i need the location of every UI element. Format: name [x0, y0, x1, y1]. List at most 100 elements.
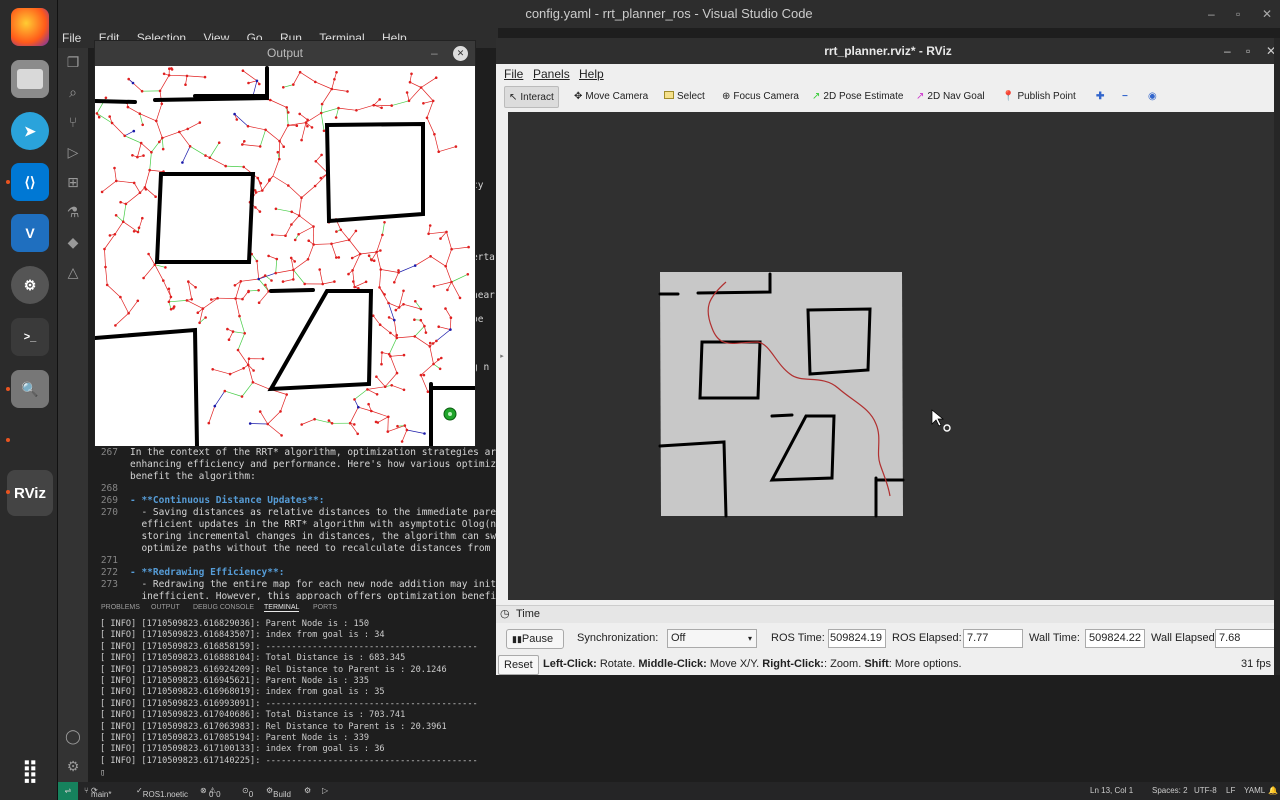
tree-node: [353, 398, 356, 401]
rviz-3d-view[interactable]: [508, 112, 1280, 600]
minimize-icon[interactable]: –: [1208, 0, 1215, 28]
rviz-titlebar[interactable]: rrt_planner.rviz* - RViz – ▫ ✕: [496, 38, 1280, 64]
run-icon[interactable]: ▷: [322, 786, 328, 795]
tree-node: [235, 118, 239, 121]
pause-label: Pause: [521, 633, 554, 645]
branch-status[interactable]: ⑂ main* ⟳: [84, 786, 111, 799]
telegram-icon[interactable]: ➤: [11, 112, 49, 150]
rviz-window[interactable]: rrt_planner.rviz* - RViz – ▫ ✕ File Pane…: [496, 38, 1280, 675]
firefox-icon[interactable]: [11, 8, 49, 46]
extensions-icon[interactable]: ⊞: [64, 174, 82, 192]
tree-node: [115, 179, 118, 183]
tree-node: [269, 98, 272, 102]
code-line[interactable]: 267 In the context of the RRT* algorithm,…: [88, 447, 498, 459]
output-close-icon[interactable]: ✕: [453, 46, 468, 61]
add-tool-icon[interactable]: ✚: [1092, 86, 1108, 108]
files-icon[interactable]: [11, 60, 49, 98]
terminal-line: [ INFO] [1710509823.617140225]: --------…: [100, 755, 478, 766]
manage-gear-icon[interactable]: ⚙: [64, 758, 82, 776]
pause-button[interactable]: ▮▮Pause: [506, 629, 564, 649]
tool-focus-camera[interactable]: ⊕ Focus Camera: [718, 86, 803, 108]
account-icon[interactable]: ◯: [64, 728, 82, 746]
tree-node: [366, 388, 369, 391]
ros-time-field[interactable]: 509824.19: [828, 629, 886, 648]
docker-icon[interactable]: ◆: [64, 234, 82, 252]
code-line[interactable]: 272 - **Redrawing Efficiency**:: [88, 567, 498, 579]
code-line[interactable]: 273 - Redrawing the entire map for each …: [88, 579, 498, 591]
tab-ports[interactable]: PORTS: [313, 604, 337, 611]
close-icon[interactable]: ✕: [1262, 0, 1272, 28]
maximize-icon[interactable]: ▫: [1236, 0, 1240, 28]
rviz-app-icon[interactable]: RViz: [7, 470, 53, 516]
sync-select[interactable]: Off ▾: [667, 629, 757, 648]
code-line[interactable]: inefficient. However, this approach offe…: [88, 591, 498, 600]
ros-elapsed-field[interactable]: 7.77: [963, 629, 1023, 648]
explorer-icon[interactable]: ❐: [64, 54, 82, 72]
line-ending[interactable]: LF: [1226, 786, 1235, 795]
code-line[interactable]: benefit the algorithm:: [88, 471, 498, 483]
code-line[interactable]: optimize paths without the need to recal…: [88, 543, 498, 555]
code-line[interactable]: 271: [88, 555, 498, 567]
rviz-minimize-icon[interactable]: –: [1224, 38, 1231, 64]
tree-node: [136, 299, 140, 303]
rviz-menu-panels[interactable]: Panels: [533, 67, 570, 81]
ros-status[interactable]: ✓ ROS1.noetic: [136, 786, 188, 799]
build-settings-icon[interactable]: ⚙: [304, 786, 311, 795]
sync-label: Synchronization:: [577, 632, 659, 644]
rviz-maximize-icon[interactable]: ▫: [1246, 38, 1250, 64]
code-line[interactable]: efficient updates in the RRT* algorithm …: [88, 519, 498, 531]
rviz-menu-help[interactable]: Help: [579, 67, 604, 81]
settings-icon[interactable]: ⚙: [11, 266, 49, 304]
problems-status[interactable]: ⊗ 0 ⚠ 0: [200, 786, 221, 799]
tab-output[interactable]: OUTPUT: [151, 604, 180, 611]
terminal-icon[interactable]: >_: [11, 318, 49, 356]
wall-elapsed-field[interactable]: 7.68: [1215, 629, 1277, 648]
warning-count: 0: [216, 790, 221, 799]
tool-2d-nav-goal[interactable]: ↗ 2D Nav Goal: [912, 86, 989, 108]
remove-tool-icon[interactable]: −: [1118, 86, 1132, 108]
indentation[interactable]: Spaces: 2: [1152, 786, 1188, 795]
tool-move-camera[interactable]: ✥ Move Camera: [570, 86, 652, 108]
search-app-icon[interactable]: 🔍: [11, 370, 49, 408]
remote-icon[interactable]: ⇌: [58, 782, 78, 800]
build-button[interactable]: ⚙ Build: [266, 786, 291, 799]
line-text: - **Redrawing Efficiency**:: [130, 567, 285, 578]
encoding[interactable]: UTF-8: [1194, 786, 1217, 795]
tool-publish-point[interactable]: 📍 Publish Point: [998, 86, 1080, 108]
run-debug-icon[interactable]: ▷: [64, 144, 82, 162]
tool-2d-pose-estimate[interactable]: ↗ 2D Pose Estimate: [808, 86, 907, 108]
tool-interact[interactable]: ↖ Interact: [504, 86, 559, 108]
ros-icon[interactable]: △: [64, 264, 82, 282]
tab-problems[interactable]: PROBLEMS: [101, 604, 140, 611]
output-titlebar[interactable]: Output – ✕: [95, 41, 475, 66]
code-line[interactable]: 270 - Saving distances as relative dista…: [88, 507, 498, 519]
tree-node: [337, 106, 340, 110]
tool-properties-icon[interactable]: ◉: [1144, 86, 1161, 108]
testing-icon[interactable]: ⚗: [64, 204, 82, 222]
wall-time-field[interactable]: 509824.22: [1085, 629, 1145, 648]
language-mode[interactable]: YAML: [1244, 786, 1265, 795]
ports-status[interactable]: ⊙ 0: [242, 786, 253, 799]
search-icon[interactable]: ⌕: [64, 84, 82, 102]
vscode-icon[interactable]: ⟨⟩: [11, 163, 49, 201]
code-line[interactable]: 268: [88, 483, 498, 495]
output-window[interactable]: Output – ✕: [94, 40, 476, 446]
tab-debug-console[interactable]: DEBUG CONSOLE: [193, 604, 254, 611]
rviz-menu-file[interactable]: File: [504, 67, 523, 81]
terminal-panel[interactable]: [ INFO] [1710509823.616829036]: Parent N…: [88, 618, 498, 782]
menu-file[interactable]: File: [62, 31, 81, 45]
tab-terminal[interactable]: TERMINAL: [264, 604, 300, 612]
notifications-icon[interactable]: 🔔: [1268, 786, 1278, 795]
vnc-icon[interactable]: V: [11, 214, 49, 252]
code-line[interactable]: storing incremental changes in distances…: [88, 531, 498, 543]
output-minimize-icon[interactable]: –: [431, 41, 438, 66]
cursor-position[interactable]: Ln 13, Col 1: [1090, 786, 1133, 795]
source-control-icon[interactable]: ⑂: [64, 114, 82, 132]
code-line[interactable]: 269 - **Continuous Distance Updates**:: [88, 495, 498, 507]
reset-button[interactable]: Reset: [498, 655, 539, 675]
app-grid-icon[interactable]: ⣿: [11, 752, 49, 790]
tree-node: [400, 440, 404, 443]
panel-collapse-handle[interactable]: ▸: [496, 112, 508, 600]
tool-select[interactable]: Select: [660, 86, 709, 108]
code-line[interactable]: enhancing efficiency and performance. He…: [88, 459, 498, 471]
